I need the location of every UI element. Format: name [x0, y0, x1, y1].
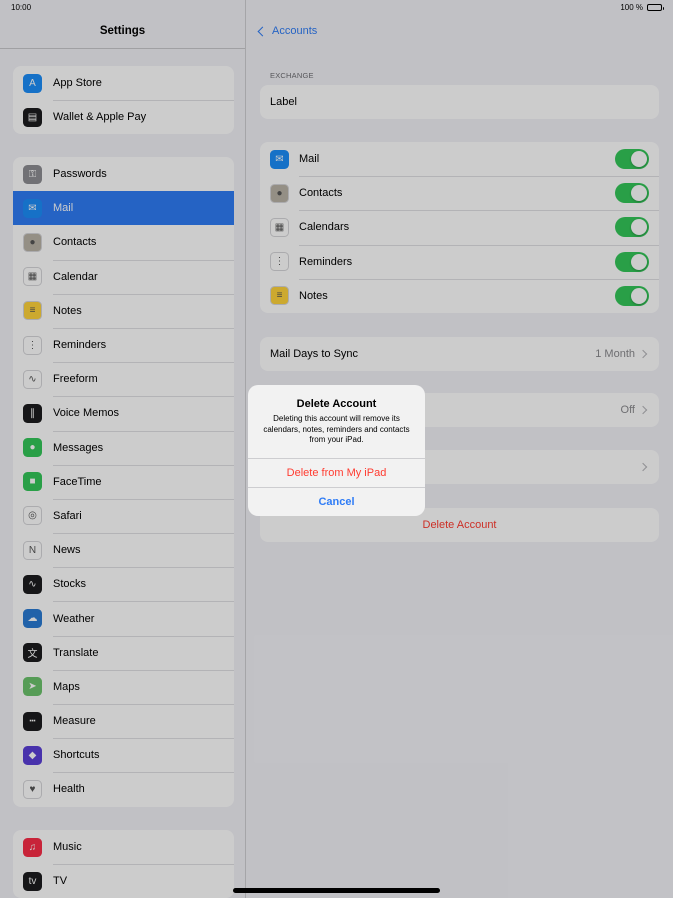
cancel-button[interactable]: Cancel [248, 487, 425, 516]
alert-title: Delete Account [296, 398, 377, 410]
ipad-screen: Settings A App Store ▤ Wallet & Apple Pay ⚿… [0, 0, 673, 898]
delete-from-ipad-button[interactable]: Delete from My iPad [248, 458, 425, 487]
home-indicator[interactable] [233, 888, 440, 893]
delete-account-alert: Delete Account Deleting this account wil… [248, 385, 425, 516]
alert-message: Deleting this account will remove its ca… [263, 414, 410, 444]
